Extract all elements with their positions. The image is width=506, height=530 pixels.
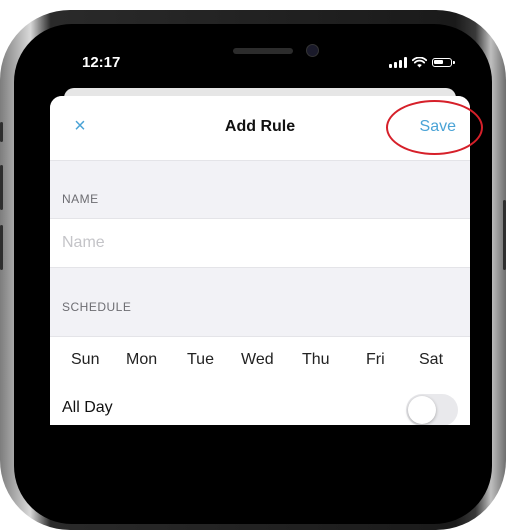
day-selector: Sun Mon Tue Wed Thu Fri Sat bbox=[50, 336, 470, 386]
day-fri[interactable]: Fri bbox=[366, 351, 385, 369]
day-mon[interactable]: Mon bbox=[126, 351, 157, 369]
toggle-knob bbox=[408, 396, 436, 424]
all-day-toggle[interactable] bbox=[406, 394, 458, 425]
day-sun[interactable]: Sun bbox=[71, 351, 99, 369]
nav-bar: × Add Rule Save bbox=[50, 96, 470, 161]
name-section-header: NAME bbox=[62, 192, 99, 206]
add-rule-sheet: × Add Rule Save NAME SCHEDULE Sun Mon Tu… bbox=[50, 96, 470, 425]
front-camera bbox=[306, 44, 319, 57]
day-sat[interactable]: Sat bbox=[419, 351, 443, 369]
signal-icon bbox=[389, 57, 407, 68]
status-time: 12:17 bbox=[82, 54, 121, 71]
phone-screen: 12:17 × Add Rule Save NAME SCHEDULE Sun bbox=[46, 45, 474, 425]
name-input[interactable] bbox=[62, 219, 452, 267]
schedule-section-header: SCHEDULE bbox=[62, 300, 132, 314]
mute-switch bbox=[0, 122, 3, 142]
all-day-row: All Day bbox=[50, 385, 470, 425]
wifi-icon bbox=[412, 57, 427, 68]
speaker-grille bbox=[233, 48, 293, 54]
all-day-label: All Day bbox=[62, 399, 113, 416]
status-icons bbox=[389, 57, 455, 68]
day-wed[interactable]: Wed bbox=[241, 351, 274, 369]
page-title: Add Rule bbox=[224, 118, 296, 135]
save-button[interactable]: Save bbox=[420, 118, 456, 136]
day-thu[interactable]: Thu bbox=[302, 351, 330, 369]
day-tue[interactable]: Tue bbox=[187, 351, 214, 369]
battery-icon bbox=[432, 58, 455, 67]
volume-down-button bbox=[0, 225, 3, 270]
volume-up-button bbox=[0, 165, 3, 210]
name-row bbox=[50, 218, 470, 268]
